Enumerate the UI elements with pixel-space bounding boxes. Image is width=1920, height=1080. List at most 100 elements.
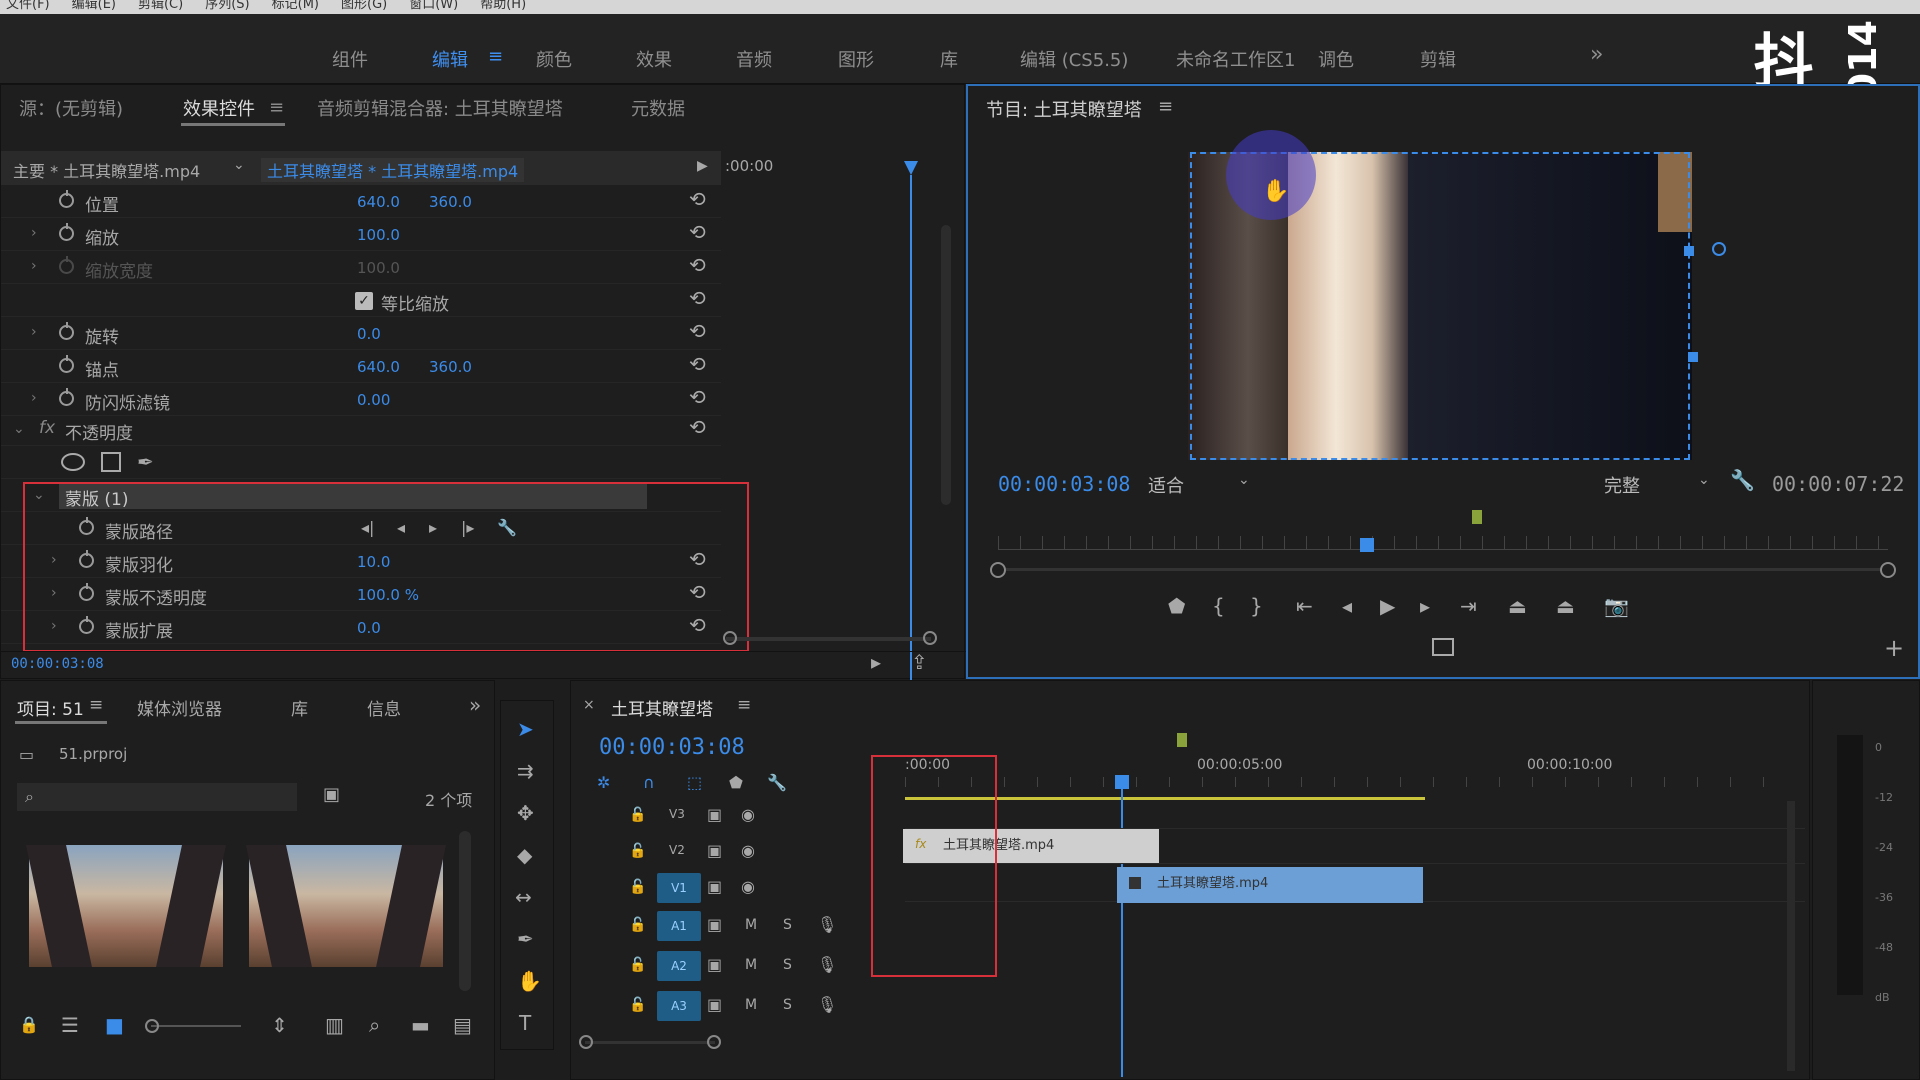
reset-icon[interactable]: ⟲ [689, 253, 706, 277]
nest-icon[interactable]: ✲ [597, 773, 610, 793]
menu-item[interactable]: 图形(G) [341, 0, 387, 14]
lock-icon[interactable]: 🔓 [629, 841, 646, 861]
tab-effect-controls[interactable]: 效果控件 [183, 95, 255, 121]
workspace-tab[interactable]: 图形 [838, 46, 874, 72]
new-item-icon[interactable]: ▤ [453, 1015, 472, 1035]
find-icon[interactable]: ⌕ [369, 1015, 380, 1035]
master-clip-label[interactable]: 主要 * 土耳其瞭望塔.mp4 [13, 158, 200, 182]
timeline-scrollbar-h[interactable] [585, 1041, 715, 1044]
sync-lock-icon[interactable]: ▣ [707, 841, 722, 861]
reset-icon[interactable]: ⟲ [689, 187, 706, 211]
timeline-timecode[interactable]: 00:00:03:08 [599, 735, 745, 760]
chevron-right-icon[interactable]: › [31, 390, 37, 406]
workspace-tab[interactable]: 组件 [332, 46, 368, 72]
property-value[interactable]: 0.00 [357, 391, 390, 409]
mark-in-icon[interactable]: { [1212, 596, 1225, 616]
export-icon[interactable]: ⇪ [911, 652, 928, 672]
scrub-bar[interactable] [1006, 568, 1880, 571]
track-target-button[interactable]: A1 [657, 911, 701, 941]
tab-media-browser[interactable]: 媒体浏览器 [137, 695, 222, 720]
menu-item[interactable]: 编辑(E) [72, 0, 116, 14]
rectangle-mask-icon[interactable] [101, 452, 121, 472]
step-forward-icon[interactable]: ▸ [1420, 596, 1430, 616]
workspace-tab[interactable]: 编辑 [432, 46, 468, 72]
workspace-menu-icon[interactable]: ≡ [488, 46, 503, 67]
add-marker-icon[interactable]: ⬟ [729, 773, 743, 793]
tab-metadata[interactable]: 元数据 [631, 95, 685, 121]
effect-playhead-icon[interactable] [904, 161, 918, 175]
sort-icon[interactable]: ⇕ [271, 1015, 288, 1035]
workspace-tab[interactable]: 未命名工作区1 [1176, 46, 1295, 72]
chevron-right-icon[interactable]: › [31, 324, 37, 340]
property-value[interactable]: 100.0 [357, 259, 400, 277]
clip-label[interactable]: 土耳其瞭望塔 * 土耳其瞭望塔.mp4 [261, 158, 525, 182]
icon-view-icon[interactable]: ■ [105, 1015, 124, 1035]
extract-icon[interactable]: ⏏ [1556, 596, 1575, 616]
lift-icon[interactable]: ⏏ [1508, 596, 1527, 616]
microphone-icon[interactable]: 🎙 [817, 995, 837, 1015]
workspace-tab[interactable]: 音频 [736, 46, 772, 72]
wrench-icon[interactable]: 🔧 [767, 773, 787, 793]
program-ruler[interactable] [998, 536, 1888, 550]
microphone-icon[interactable]: 🎙 [817, 955, 837, 975]
media-thumbnail[interactable] [26, 845, 226, 967]
close-icon[interactable]: × [583, 697, 595, 713]
new-bin-icon[interactable]: ▬ [411, 1015, 430, 1035]
zoom-slider-handle[interactable] [145, 1019, 159, 1033]
chevron-down-icon[interactable]: ⌄ [1238, 472, 1250, 488]
automate-icon[interactable]: ▥ [325, 1015, 344, 1035]
mute-button[interactable]: M [745, 957, 757, 973]
reset-icon[interactable]: ⟲ [689, 385, 706, 409]
menu-item[interactable]: 序列(S) [205, 0, 249, 14]
play-triangle-icon[interactable]: ▶ [697, 158, 708, 174]
menu-item[interactable]: 文件(F) [6, 0, 50, 14]
effect-scrollbar[interactable] [941, 225, 951, 505]
ripple-edit-icon[interactable]: ✥ [517, 803, 534, 823]
project-scrollbar[interactable] [459, 831, 471, 991]
type-tool-icon[interactable]: T [519, 1013, 531, 1033]
microphone-icon[interactable]: 🎙 [817, 915, 837, 935]
razor-icon[interactable]: ◆ [517, 845, 532, 865]
go-to-in-icon[interactable]: ⇤ [1296, 596, 1313, 616]
slip-tool-icon[interactable]: ↔ [515, 887, 532, 907]
solo-button[interactable]: S [783, 917, 792, 933]
workspace-more-button[interactable]: » [1590, 42, 1603, 67]
mask-vertex-handle[interactable] [1684, 246, 1694, 256]
property-value[interactable]: 360.0 [429, 358, 472, 376]
solo-button[interactable]: S [783, 997, 792, 1013]
menu-item[interactable]: 标记(M) [272, 0, 319, 14]
sync-lock-icon[interactable]: ▣ [707, 915, 722, 935]
property-value[interactable]: 640.0 [357, 358, 400, 376]
sync-lock-icon[interactable]: ▣ [707, 877, 722, 897]
linked-selection-icon[interactable]: ⬚ [687, 773, 702, 793]
eye-icon[interactable]: ◉ [741, 805, 755, 825]
uniform-scale-checkbox[interactable]: ✓ [355, 292, 373, 310]
zoom-slider[interactable] [151, 1025, 241, 1027]
workspace-tab[interactable]: 编辑 (CS5.5) [1020, 46, 1128, 72]
eye-icon[interactable]: ◉ [741, 841, 755, 861]
sync-lock-icon[interactable]: ▣ [707, 955, 722, 975]
fit-dropdown[interactable]: 适合 [1148, 472, 1184, 498]
menu-item[interactable]: 帮助(H) [480, 0, 526, 14]
property-value[interactable]: 640.0 [357, 193, 400, 211]
media-thumbnail[interactable] [246, 845, 446, 967]
ellipse-mask-icon[interactable] [61, 453, 85, 471]
tab-source[interactable]: 源：(无剪辑) [19, 95, 123, 121]
chevron-right-icon[interactable]: › [31, 225, 37, 241]
stopwatch-icon[interactable] [59, 322, 74, 340]
reset-icon[interactable]: ⟲ [689, 352, 706, 376]
tab-menu-icon[interactable]: ≡ [89, 695, 103, 715]
chevron-down-icon[interactable]: ⌄ [13, 421, 25, 437]
stopwatch-icon[interactable] [59, 223, 74, 241]
sequence-title[interactable]: 土耳其瞭望塔 [611, 695, 713, 720]
chevron-down-icon[interactable]: ⌄ [233, 157, 245, 173]
workspace-tab[interactable]: 效果 [636, 46, 672, 72]
selection-tool-icon[interactable]: ➤ [517, 719, 534, 739]
hand-tool-icon[interactable]: ✋ [517, 971, 542, 991]
reset-icon[interactable]: ⟲ [689, 286, 706, 310]
sync-lock-icon[interactable]: ▣ [707, 805, 722, 825]
sync-lock-icon[interactable]: ▣ [707, 995, 722, 1015]
new-bin-icon[interactable]: ▣ [323, 785, 340, 805]
menu-item[interactable]: 窗口(W) [409, 0, 458, 14]
workspace-tab[interactable]: 库 [940, 46, 958, 72]
